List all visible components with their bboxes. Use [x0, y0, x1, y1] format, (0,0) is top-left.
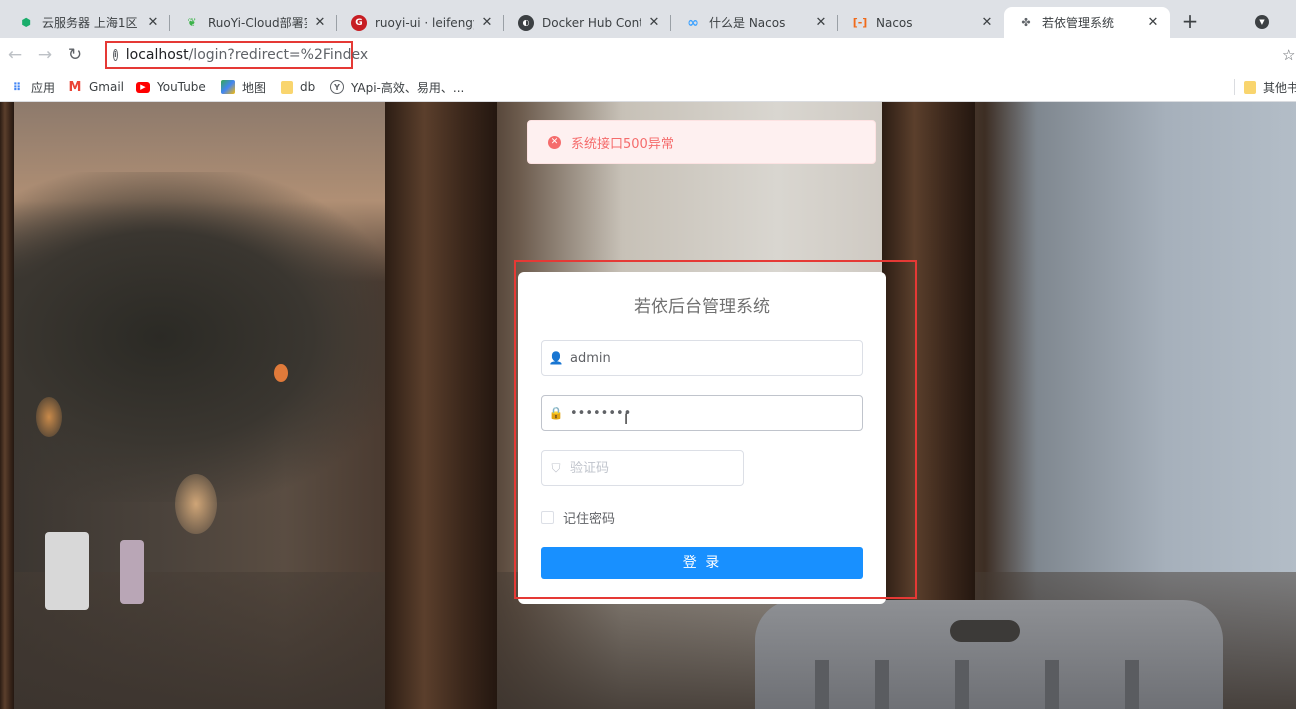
address-bar[interactable]: i localhost/login?redirect=%2Findex — [98, 41, 1278, 69]
url-host: localhost — [125, 47, 189, 63]
tab-title: ruoyi-ui · leifengyang — [375, 15, 474, 30]
ruoyi-icon: ✤ — [1021, 16, 1031, 29]
yapi-icon: Y — [330, 80, 344, 94]
reload-icon[interactable]: ↻ — [64, 44, 86, 66]
close-icon[interactable]: ✕ — [980, 15, 994, 30]
background-light — [175, 474, 217, 534]
bookmark-divider — [1234, 79, 1235, 95]
tab-ruoyi-admin[interactable]: ✤ 若依管理系统 ✕ — [1004, 7, 1170, 38]
gmail-icon: M — [68, 79, 82, 95]
captcha-input[interactable] — [570, 460, 730, 476]
cloud-server-icon: ⬢ — [21, 16, 31, 29]
close-icon[interactable]: ✕ — [647, 15, 661, 30]
apps-grid-icon: ⠿ — [12, 80, 22, 94]
tab-title: RuoYi-Cloud部署实战 — [208, 16, 307, 30]
bookmark-label: YouTube — [157, 80, 206, 94]
user-icon: 👤 — [548, 351, 564, 365]
background-post — [0, 102, 14, 709]
background-trees — [0, 172, 400, 502]
nacos-icon: ∞ — [687, 14, 699, 31]
bookmark-label: 应用 — [31, 80, 56, 95]
browser-toolbar: ← → ↻ i localhost/login?redirect=%2Finde… — [0, 38, 1296, 72]
remember-label: 记住密码 — [563, 512, 616, 527]
bookmark-gmail[interactable]: M Gmail — [68, 78, 124, 96]
background-light — [274, 364, 288, 382]
bookmark-star-icon[interactable]: ☆ — [1282, 46, 1295, 64]
toast-message: 系统接口500异常 — [571, 136, 674, 152]
bookmark-db[interactable]: db — [281, 78, 315, 96]
username-input[interactable] — [570, 350, 830, 366]
folder-icon — [281, 80, 293, 94]
password-field[interactable]: 🔒 — [541, 395, 863, 431]
remember-password[interactable]: 记住密码 — [541, 508, 615, 527]
folder-icon — [1244, 80, 1256, 94]
docker-icon: ◐ — [518, 14, 534, 31]
maps-icon — [221, 80, 235, 94]
bookmark-label: 其他书 — [1263, 80, 1296, 95]
username-field[interactable]: 👤 — [541, 340, 863, 376]
text-cursor-icon: I — [624, 412, 629, 428]
close-icon[interactable]: ✕ — [480, 15, 494, 30]
tab-search-icon[interactable]: ▼ — [1255, 15, 1269, 29]
tab-nacos[interactable]: [-] Nacos ✕ — [838, 7, 1004, 38]
close-icon[interactable]: ✕ — [146, 15, 160, 30]
tab-what-is-nacos[interactable]: ∞ 什么是 Nacos ✕ — [671, 7, 838, 38]
shield-icon: ⛉ — [551, 460, 561, 475]
tab-cloud-server[interactable]: ⬢ 云服务器 上海1区 SH ✕ — [4, 7, 170, 38]
login-title: 若依后台管理系统 — [634, 297, 770, 317]
bookmark-yapi[interactable]: Y YApi-高效、易用、... — [330, 78, 464, 96]
bookmark-label: Gmail — [89, 80, 125, 94]
tab-title: 什么是 Nacos — [709, 16, 786, 30]
tab-title: 云服务器 上海1区 SH — [42, 16, 140, 30]
leaf-icon: ❦ — [187, 16, 197, 29]
bookmark-other[interactable]: 其他书 — [1244, 78, 1296, 96]
tab-docker-hub[interactable]: ◐ Docker Hub Container ✕ — [504, 7, 671, 38]
background-bottle — [120, 540, 144, 604]
back-icon[interactable]: ← — [4, 44, 26, 66]
close-icon[interactable]: ✕ — [1146, 15, 1160, 30]
error-icon: ✕ — [548, 135, 561, 149]
error-toast: ✕ 系统接口500异常 — [527, 120, 876, 164]
close-icon[interactable]: ✕ — [313, 15, 327, 30]
tab-ruoyi-ui[interactable]: G ruoyi-ui · leifengyang ✕ — [337, 7, 504, 38]
info-icon[interactable]: i — [113, 49, 118, 61]
gitee-icon: G — [351, 14, 367, 31]
login-card: 若依后台管理系统 👤 🔒 I ⛉ 记住密码 登 录 — [518, 272, 886, 604]
bookmark-youtube[interactable]: ▶ YouTube — [136, 78, 206, 96]
bookmark-maps[interactable]: 地图 — [221, 78, 266, 96]
lock-icon: 🔒 — [548, 406, 564, 420]
tab-title: Docker Hub Container — [542, 15, 641, 30]
password-input[interactable] — [570, 405, 830, 421]
background-bench — [755, 600, 1223, 709]
bookmark-apps[interactable]: ⠿ 应用 — [10, 78, 55, 96]
youtube-icon: ▶ — [136, 81, 150, 93]
bookmark-label: YApi-高效、易用、... — [351, 80, 465, 95]
tab-ruoyi-cloud[interactable]: ❦ RuoYi-Cloud部署实战 ✕ — [170, 7, 337, 38]
new-tab-button[interactable]: + — [1180, 11, 1200, 32]
background-cup — [45, 532, 89, 610]
bookmarks-bar: ⠿ 应用 M Gmail ▶ YouTube 地图 db Y YApi-高效、易… — [0, 72, 1296, 102]
tab-title: 若依管理系统 — [1042, 16, 1115, 30]
close-icon[interactable]: ✕ — [814, 15, 828, 30]
url-path: /login?redirect=%2Findex — [188, 47, 369, 63]
background-light — [36, 397, 62, 437]
tab-title: Nacos — [876, 15, 913, 30]
url-field[interactable]: i localhost/login?redirect=%2Findex — [105, 41, 368, 69]
background-post — [385, 102, 497, 709]
nacos-bracket-icon: [-] — [852, 16, 868, 29]
captcha-field[interactable]: ⛉ — [541, 450, 744, 486]
login-page: ✕ 系统接口500异常 若依后台管理系统 👤 🔒 I ⛉ 记住密码 登 录 — [0, 102, 1296, 709]
forward-icon[interactable]: → — [34, 44, 56, 66]
remember-checkbox[interactable] — [541, 511, 554, 524]
bookmark-label: 地图 — [242, 80, 267, 95]
bookmark-label: db — [300, 80, 316, 94]
tab-strip: ⬢ 云服务器 上海1区 SH ✕ ❦ RuoYi-Cloud部署实战 ✕ G r… — [0, 0, 1296, 38]
login-button[interactable]: 登 录 — [541, 547, 863, 579]
